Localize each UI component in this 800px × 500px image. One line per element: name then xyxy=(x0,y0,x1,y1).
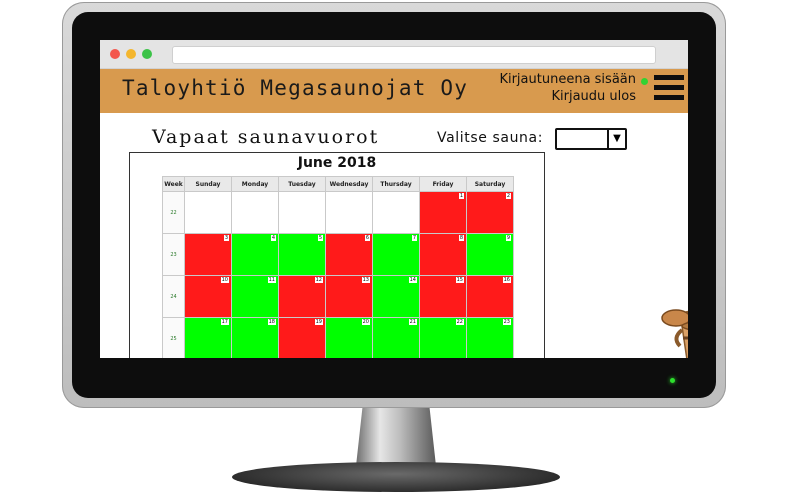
calendar-day-booked[interactable]: 2 xyxy=(466,191,514,234)
date-number: 21 xyxy=(408,319,417,325)
monitor-stand-neck xyxy=(356,408,436,466)
header-monday: Monday xyxy=(231,176,279,192)
date-number: 7 xyxy=(411,235,417,241)
calendar-day-free[interactable]: 22 xyxy=(419,317,467,358)
calendar-week-row: 24 10 11 12 13 14 15 16 xyxy=(162,275,514,318)
calendar-day-booked[interactable]: 15 xyxy=(419,275,467,318)
calendar-day-booked[interactable]: 19 xyxy=(278,317,326,358)
calendar-day-free[interactable]: 14 xyxy=(372,275,420,318)
sauna-select-label: Valitse sauna: xyxy=(437,130,544,146)
calendar-day-booked[interactable]: 13 xyxy=(325,275,373,318)
sauna-select[interactable]: ▼ xyxy=(555,128,627,150)
calendar-day-free[interactable]: 21 xyxy=(372,317,420,358)
page-title: Vapaat saunavuorot xyxy=(152,126,380,148)
date-number: 22 xyxy=(455,319,464,325)
window-minimize-icon[interactable] xyxy=(126,49,136,59)
calendar-day-free[interactable]: 5 xyxy=(278,233,326,276)
date-number: 5 xyxy=(317,235,323,241)
date-number: 8 xyxy=(458,235,464,241)
week-number: 25 xyxy=(162,317,185,358)
calendar-day-free[interactable]: 11 xyxy=(231,275,279,318)
date-number: 17 xyxy=(220,319,229,325)
calendar-empty-cell xyxy=(325,191,373,234)
date-number: 10 xyxy=(220,277,229,283)
header-wednesday: Wednesday xyxy=(325,176,373,192)
date-number: 18 xyxy=(267,319,276,325)
calendar-day-booked[interactable]: 12 xyxy=(278,275,326,318)
date-number: 11 xyxy=(267,277,276,283)
calendar-day-free[interactable]: 4 xyxy=(231,233,279,276)
site-header: Taloyhtiö Megasaunojat Oy Kirjautuneena … xyxy=(100,69,688,113)
online-status-icon xyxy=(641,78,648,85)
calendar-grid: Week Sunday Monday Tuesday Wednesday Thu… xyxy=(162,176,514,358)
calendar-day-free[interactable]: 7 xyxy=(372,233,420,276)
calendar-day-booked[interactable]: 16 xyxy=(466,275,514,318)
calendar: June 2018 Week Sunday Monday Tuesday Wed… xyxy=(129,152,545,358)
triangle-down-icon[interactable]: ▼ xyxy=(607,130,625,148)
header-week: Week xyxy=(162,176,185,192)
header-saturday: Saturday xyxy=(466,176,514,192)
calendar-day-free[interactable]: 18 xyxy=(231,317,279,358)
header-thursday: Thursday xyxy=(372,176,420,192)
calendar-day-booked[interactable]: 8 xyxy=(419,233,467,276)
week-number: 23 xyxy=(162,233,185,276)
calendar-day-free[interactable]: 17 xyxy=(184,317,232,358)
calendar-day-free[interactable]: 23 xyxy=(466,317,514,358)
calendar-day-booked[interactable]: 1 xyxy=(419,191,467,234)
date-number: 12 xyxy=(314,277,323,283)
date-number: 1 xyxy=(458,193,464,199)
monitor-stand-base xyxy=(232,462,560,492)
address-bar[interactable] xyxy=(172,46,656,64)
calendar-day-free[interactable]: 20 xyxy=(325,317,373,358)
date-number: 4 xyxy=(270,235,276,241)
browser-toolbar xyxy=(100,40,688,69)
sauna-bucket-illustration xyxy=(661,309,688,358)
window-maximize-icon[interactable] xyxy=(142,49,152,59)
logout-link[interactable]: Kirjaudu ulos xyxy=(552,89,637,104)
header-friday: Friday xyxy=(419,176,467,192)
calendar-header-row: Week Sunday Monday Tuesday Wednesday Thu… xyxy=(162,176,514,192)
date-number: 13 xyxy=(361,277,370,283)
date-number: 23 xyxy=(502,319,511,325)
date-number: 6 xyxy=(364,235,370,241)
window-close-icon[interactable] xyxy=(110,49,120,59)
calendar-empty-cell xyxy=(231,191,279,234)
date-number: 3 xyxy=(223,235,229,241)
date-number: 15 xyxy=(455,277,464,283)
calendar-title: June 2018 xyxy=(297,155,377,171)
date-number: 19 xyxy=(314,319,323,325)
calendar-week-row: 22 1 2 xyxy=(162,191,514,234)
calendar-empty-cell xyxy=(278,191,326,234)
week-number: 24 xyxy=(162,275,185,318)
date-number: 2 xyxy=(505,193,511,199)
date-number: 14 xyxy=(408,277,417,283)
calendar-week-row: 25 17 18 19 20 21 22 23 xyxy=(162,317,514,358)
week-number: 22 xyxy=(162,191,185,234)
calendar-day-free[interactable]: 9 xyxy=(466,233,514,276)
calendar-empty-cell xyxy=(184,191,232,234)
date-number: 16 xyxy=(502,277,511,283)
login-status: Kirjautuneena sisään xyxy=(499,72,636,87)
calendar-day-booked[interactable]: 3 xyxy=(184,233,232,276)
hamburger-menu-icon[interactable] xyxy=(654,75,684,105)
site-title: Taloyhtiö Megasaunojat Oy xyxy=(122,76,469,100)
calendar-week-row: 23 3 4 5 6 7 8 9 xyxy=(162,233,514,276)
header-sunday: Sunday xyxy=(184,176,232,192)
date-number: 20 xyxy=(361,319,370,325)
screen: Taloyhtiö Megasaunojat Oy Kirjautuneena … xyxy=(100,40,688,358)
calendar-empty-cell xyxy=(372,191,420,234)
calendar-day-booked[interactable]: 10 xyxy=(184,275,232,318)
date-number: 9 xyxy=(505,235,511,241)
header-tuesday: Tuesday xyxy=(278,176,326,192)
calendar-day-booked[interactable]: 6 xyxy=(325,233,373,276)
power-led-icon xyxy=(670,378,675,383)
